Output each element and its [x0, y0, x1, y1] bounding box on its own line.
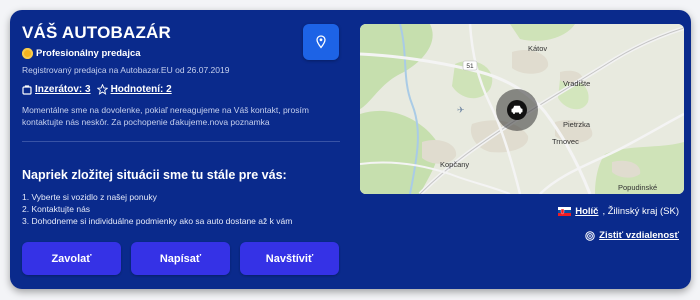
dealer-card: VÁŠ AUTOBAZÁR Profesionálny predajca Reg… — [10, 10, 691, 289]
distance-link[interactable]: Zistiť vzdialenosť — [585, 230, 679, 241]
ratings-link[interactable]: Hodnotení: 2 — [96, 84, 172, 95]
help-list: 1. Vyberte si vozidlo z našej ponuky 2. … — [22, 191, 292, 227]
map-label: Pietrzka — [563, 120, 591, 129]
visit-button[interactable]: Navštíviť — [240, 242, 339, 275]
map-pin-button[interactable] — [303, 24, 339, 60]
action-buttons: Zavolať Napísať Navštíviť — [22, 242, 339, 275]
help-item: 1. Vyberte si vozidlo z našej ponuky — [22, 192, 157, 202]
map-label: Trnovec — [552, 137, 579, 146]
pro-badge-label: Profesionálny predajca — [36, 48, 141, 59]
help-item: 2. Kontaktujte nás — [22, 204, 91, 214]
listings-icon — [22, 84, 32, 95]
help-title: Napriek zložitej situácii sme tu stále p… — [22, 168, 287, 182]
dealer-name: VÁŠ AUTOBAZÁR — [22, 23, 171, 42]
airport-icon: ✈ — [457, 106, 465, 116]
svg-text:51: 51 — [466, 63, 474, 70]
divider — [22, 141, 340, 142]
listings-link[interactable]: Inzerátov: 3 — [22, 84, 91, 95]
call-button[interactable]: Zavolať — [22, 242, 121, 275]
help-item: 3. Dohodneme si individuálne podmienky a… — [22, 216, 293, 226]
region-text: , Žilinský kraj (SK) — [602, 206, 679, 217]
map-label: Vradište — [563, 79, 590, 88]
map-pin-icon — [316, 35, 326, 49]
listings-count: Inzerátov: 3 — [35, 84, 91, 95]
dealer-location: Holíč , Žilinský kraj (SK) — [558, 206, 679, 217]
location-map[interactable]: 51 ✈ Kátov Vradište Pietrzka Trnovec Kop… — [360, 24, 684, 194]
pro-badge: Profesionálny predajca — [22, 48, 141, 59]
write-button[interactable]: Napísať — [131, 242, 230, 275]
city-link[interactable]: Holíč — [575, 206, 598, 217]
medal-icon — [22, 48, 33, 59]
map-label: Kopčany — [440, 160, 469, 169]
target-icon — [585, 230, 595, 241]
ratings-count: Hodnotení: 2 — [110, 84, 172, 95]
slovakia-flag-icon — [558, 207, 572, 216]
registered-since: Registrovaný predajca na Autobazar.EU od… — [22, 65, 230, 75]
dealer-description: Momentálne sme na dovolenke, pokiaľ nere… — [22, 105, 309, 127]
map-label: Popudinské — [618, 183, 657, 192]
map-label: Kátov — [528, 44, 547, 53]
star-icon — [96, 84, 108, 95]
dealer-stats: Inzerátov: 3 Hodnotení: 2 — [22, 84, 172, 95]
map-canvas: 51 ✈ Kátov Vradište Pietrzka Trnovec Kop… — [360, 24, 684, 194]
distance-label: Zistiť vzdialenosť — [599, 230, 679, 241]
